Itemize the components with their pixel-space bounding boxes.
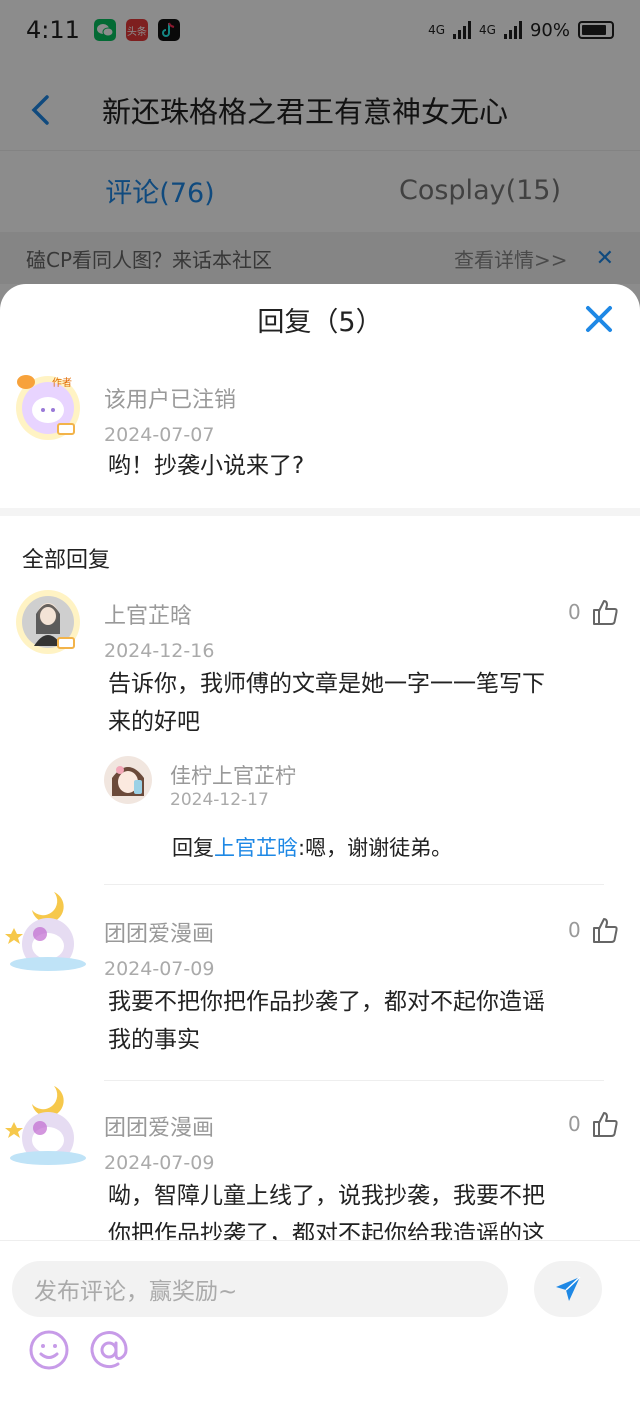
close-button[interactable] bbox=[582, 302, 616, 336]
reply-text-line: 我的事实 bbox=[108, 1027, 200, 1053]
author-badge: 作者 bbox=[52, 378, 72, 389]
reply-username[interactable]: 团团爱漫画 bbox=[104, 1110, 214, 1142]
sub-reply-username[interactable]: 佳柠上官芷柠 bbox=[170, 760, 296, 790]
like-count: 0 bbox=[568, 1112, 581, 1136]
reply-username[interactable]: 团团爱漫画 bbox=[104, 916, 214, 948]
like-button[interactable]: 0 bbox=[568, 916, 619, 944]
reply-sheet: 回复（5） 作者 该用户已注销 2024-07-07 哟！抄袭小说来了? 全部回… bbox=[0, 284, 640, 1422]
send-icon bbox=[556, 1276, 581, 1301]
like-button[interactable]: 0 bbox=[568, 1110, 619, 1138]
reply-text-line: 来的好吧 bbox=[108, 709, 200, 735]
comment-composer: 发布评论，赢奖励~ bbox=[0, 1240, 640, 1422]
sub-reply-body: :嗯，谢谢徒弟。 bbox=[298, 836, 453, 860]
divider bbox=[104, 1080, 604, 1081]
like-count: 0 bbox=[568, 600, 581, 624]
comment-date: 2024-07-07 bbox=[104, 424, 215, 446]
thumbs-up-icon bbox=[592, 918, 618, 943]
avatar[interactable] bbox=[2, 1082, 94, 1174]
comment-username[interactable]: 该用户已注销 bbox=[104, 382, 236, 414]
mention-link[interactable]: 上官芷晗 bbox=[214, 836, 298, 860]
sub-reply-text: 回复上官芷晗:嗯，谢谢徒弟。 bbox=[172, 832, 452, 862]
like-button[interactable]: 0 bbox=[568, 598, 619, 626]
sheet-title: 回复（5） bbox=[257, 306, 383, 338]
reply-text-line: 告诉你，我师傅的文章是她一字一一笔写下 bbox=[108, 671, 545, 697]
avatar[interactable] bbox=[2, 888, 94, 980]
reply-date: 2024-07-09 bbox=[104, 958, 215, 980]
reply-text-line: 呦，智障儿童上线了，说我抄袭，我要不把 bbox=[108, 1183, 545, 1209]
avatar[interactable] bbox=[12, 584, 84, 656]
smiley-icon[interactable] bbox=[28, 1329, 70, 1371]
avatar[interactable] bbox=[104, 756, 152, 804]
comment-input[interactable]: 发布评论，赢奖励~ bbox=[12, 1261, 508, 1317]
divider bbox=[104, 884, 604, 885]
comment-text: 哟！抄袭小说来了? bbox=[108, 453, 305, 479]
sub-reply-date: 2024-12-17 bbox=[170, 790, 269, 810]
comment-placeholder: 发布评论，赢奖励~ bbox=[34, 1279, 238, 1305]
all-replies-label: 全部回复 bbox=[22, 548, 111, 573]
reply-date: 2024-07-09 bbox=[104, 1152, 215, 1174]
reply-username[interactable]: 上官芷晗 bbox=[104, 598, 192, 630]
close-icon bbox=[586, 306, 612, 332]
send-button[interactable] bbox=[534, 1261, 602, 1317]
avatar[interactable] bbox=[12, 370, 84, 442]
like-count: 0 bbox=[568, 918, 581, 942]
thumbs-up-icon bbox=[592, 600, 618, 625]
reply-date: 2024-12-16 bbox=[104, 640, 215, 662]
thumbs-up-icon bbox=[592, 1112, 618, 1137]
at-icon[interactable] bbox=[88, 1329, 130, 1371]
sheet-header: 回复（5） bbox=[0, 284, 640, 354]
reply-text-line: 我要不把你把作品抄袭了，都对不起你造谣 bbox=[108, 989, 545, 1015]
reply-prefix: 回复 bbox=[172, 836, 214, 860]
section-divider bbox=[0, 508, 640, 516]
